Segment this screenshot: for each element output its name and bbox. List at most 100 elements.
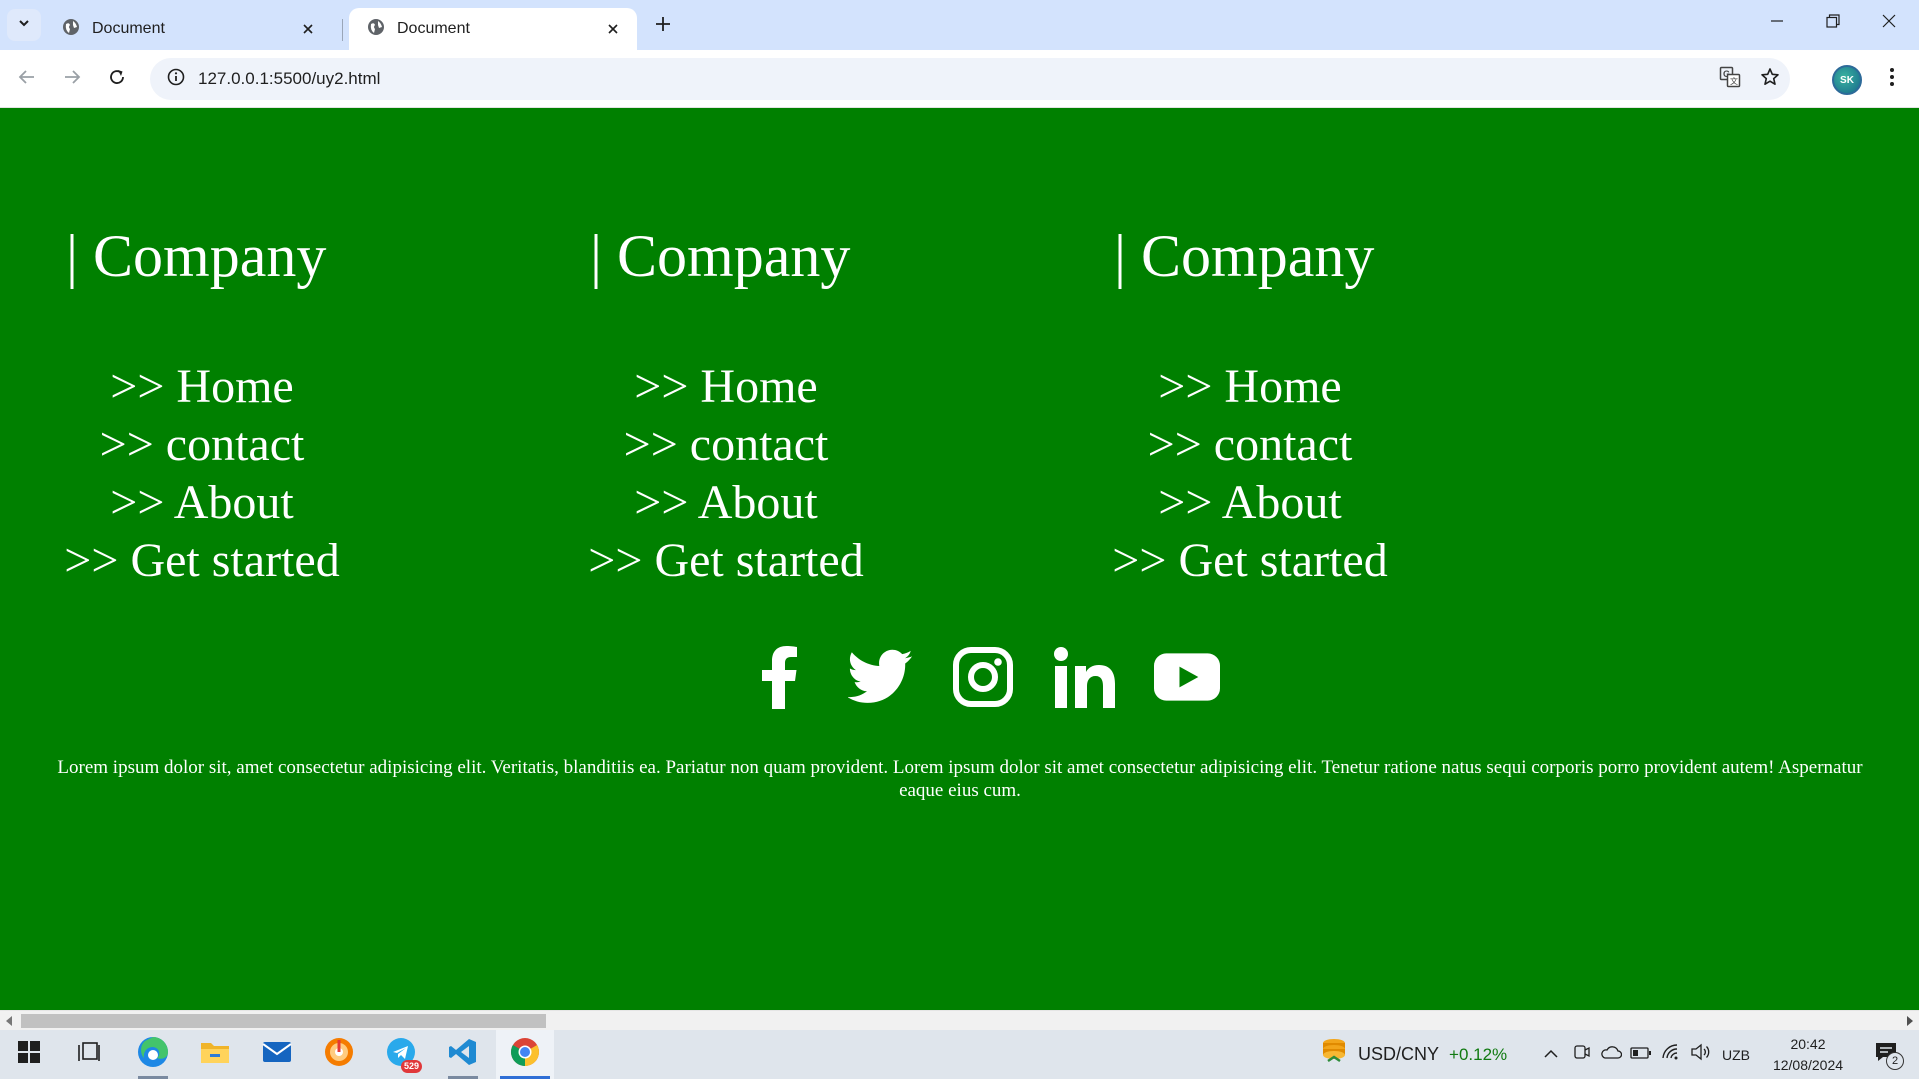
link-get-started[interactable]: >> Get started — [52, 532, 352, 590]
notification-center-button[interactable]: 2 — [1864, 1030, 1908, 1079]
link-contact[interactable]: >> contact — [1100, 416, 1400, 474]
scroll-right-arrow[interactable] — [1907, 1016, 1913, 1026]
clock-time: 20:42 — [1790, 1036, 1826, 1052]
clock-date: 12/08/2024 — [1772, 1057, 1844, 1073]
column-heading: | Company — [1114, 223, 1375, 289]
url-text[interactable]: 127.0.0.1:5500/uy2.html — [198, 69, 1710, 89]
language-label: UZB — [1722, 1046, 1750, 1063]
tab-document-2[interactable]: Document — [349, 8, 637, 50]
profile-initials: SK — [1840, 74, 1854, 86]
reload-icon — [108, 68, 126, 91]
translate-icon: G文 — [1719, 66, 1741, 93]
twitter-icon[interactable] — [847, 644, 914, 710]
link-get-started[interactable]: >> Get started — [576, 532, 876, 590]
onedrive-tray[interactable] — [1598, 1030, 1624, 1079]
task-view-button[interactable] — [60, 1030, 118, 1079]
volume-tray[interactable] — [1688, 1030, 1714, 1079]
page-content: | Company >> Home >> contact >> About >>… — [0, 108, 1919, 1010]
tab-separator — [342, 19, 343, 41]
tab-title: Document — [92, 20, 165, 37]
tab-document-1[interactable]: Document — [44, 8, 332, 50]
forward-button[interactable] — [56, 63, 88, 95]
tab-strip: Document Document — [0, 0, 1919, 50]
arrow-left-icon — [18, 68, 36, 91]
link-about[interactable]: >> About — [1100, 474, 1400, 532]
facebook-icon[interactable] — [746, 644, 812, 710]
start-button[interactable] — [0, 1030, 58, 1079]
minimize-button[interactable] — [1749, 0, 1805, 46]
camera-icon — [1574, 1043, 1590, 1066]
column-heading: | Company — [66, 223, 327, 289]
address-bar[interactable]: 127.0.0.1:5500/uy2.html G文 — [150, 58, 1790, 100]
close-icon — [1882, 14, 1896, 33]
arrow-right-icon — [63, 68, 81, 91]
browser-menu-button[interactable] — [1876, 63, 1908, 95]
ticker-change: +0.12% — [1449, 1044, 1508, 1064]
plus-icon — [655, 16, 671, 37]
show-hidden-icons-button[interactable] — [1538, 1030, 1564, 1079]
taskbar-mail[interactable] — [248, 1030, 306, 1079]
site-info-button[interactable] — [156, 58, 196, 100]
profile-avatar[interactable]: SK — [1832, 65, 1862, 95]
chevron-down-icon — [17, 16, 31, 35]
youtube-icon[interactable] — [1153, 644, 1220, 710]
network-tray[interactable] — [1658, 1030, 1684, 1079]
folder-icon — [200, 1039, 230, 1070]
back-button[interactable] — [11, 63, 43, 95]
new-tab-button[interactable] — [648, 11, 678, 41]
windows-logo-icon — [18, 1041, 40, 1068]
more-vertical-icon — [1889, 67, 1895, 92]
restore-button[interactable] — [1805, 0, 1861, 46]
scroll-left-arrow[interactable] — [6, 1016, 12, 1026]
restore-icon — [1826, 13, 1840, 33]
meet-now-tray[interactable] — [1570, 1030, 1594, 1079]
link-about[interactable]: >> About — [52, 474, 352, 532]
link-home[interactable]: >> Home — [576, 358, 876, 416]
notification-count: 2 — [1886, 1052, 1904, 1070]
coins-icon — [1320, 1037, 1348, 1072]
bookmark-button[interactable] — [1750, 59, 1790, 99]
taskbar-music-player[interactable] — [310, 1030, 368, 1079]
link-get-started[interactable]: >> Get started — [1100, 532, 1400, 590]
cloud-icon — [1600, 1045, 1623, 1064]
star-icon — [1760, 67, 1780, 92]
vscode-icon — [448, 1037, 478, 1072]
translate-button[interactable]: G文 — [1710, 59, 1750, 99]
instagram-icon[interactable] — [950, 644, 1016, 710]
column-links: >> Home >> contact >> About >> Get start… — [1100, 358, 1400, 590]
notification-badge: 529 — [400, 1060, 422, 1073]
horizontal-scrollbar[interactable] — [0, 1010, 1919, 1030]
chevron-up-icon — [1544, 1046, 1558, 1064]
link-home[interactable]: >> Home — [52, 358, 352, 416]
music-player-icon — [324, 1037, 354, 1072]
close-icon[interactable] — [601, 17, 625, 41]
taskbar-vscode[interactable] — [434, 1030, 492, 1079]
stock-ticker-widget[interactable]: USD/CNY +0.12% — [1320, 1030, 1507, 1079]
close-icon[interactable] — [296, 17, 320, 41]
input-language[interactable]: UZB — [1722, 1030, 1750, 1079]
link-contact[interactable]: >> contact — [52, 416, 352, 474]
link-about[interactable]: >> About — [576, 474, 876, 532]
taskbar-edge[interactable] — [124, 1030, 182, 1079]
linkedin-icon[interactable] — [1052, 644, 1118, 710]
minimize-icon — [1770, 14, 1784, 33]
system-clock[interactable]: 20:42 12/08/2024 — [1766, 1034, 1850, 1076]
battery-tray[interactable] — [1628, 1030, 1654, 1079]
close-window-button[interactable] — [1861, 0, 1917, 46]
social-links — [0, 644, 1919, 710]
reload-button[interactable] — [101, 63, 133, 95]
link-contact[interactable]: >> contact — [576, 416, 876, 474]
battery-icon — [1630, 1046, 1652, 1064]
chrome-icon — [510, 1037, 540, 1072]
taskbar-telegram[interactable]: 529 — [372, 1030, 430, 1079]
taskbar-file-explorer[interactable] — [186, 1030, 244, 1079]
mail-icon — [262, 1040, 292, 1069]
link-home[interactable]: >> Home — [1100, 358, 1400, 416]
taskbar-chrome[interactable] — [496, 1030, 554, 1079]
scrollbar-thumb[interactable] — [21, 1014, 546, 1028]
tab-search-button[interactable] — [7, 9, 41, 41]
tab-title: Document — [397, 20, 470, 37]
globe-icon — [62, 18, 80, 41]
ticker-symbol: USD/CNY — [1358, 1044, 1440, 1064]
task-view-icon — [77, 1041, 101, 1068]
